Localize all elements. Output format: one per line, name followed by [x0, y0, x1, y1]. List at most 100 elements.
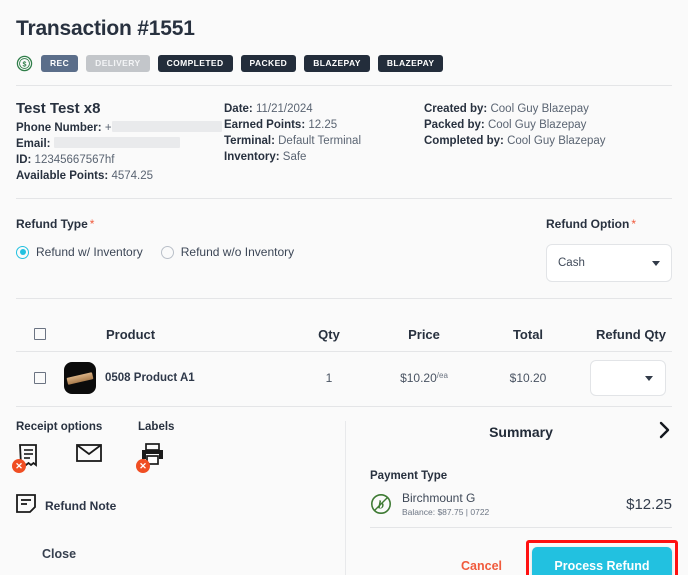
row-checkbox[interactable]: [16, 372, 64, 384]
transaction-info: Test Test x8 Phone Number: + Email: ID: …: [16, 86, 672, 184]
customer-points: Available Points: 4574.25: [16, 168, 224, 184]
customer-name: Test Test x8: [16, 100, 101, 117]
chevron-right-icon[interactable]: [658, 420, 672, 445]
order-info: Date: 11/21/2024 Earned Points: 12.25 Te…: [224, 101, 424, 184]
earned-points-label: Earned Points:: [224, 119, 306, 131]
payment-name: Birchmount G: [402, 491, 476, 505]
radio-dot-selected-icon: [16, 245, 29, 259]
inventory-label: Inventory:: [224, 151, 280, 163]
summary-panel: Summary Payment Type b Birch: [346, 421, 678, 575]
labels-heading: Labels: [138, 421, 175, 433]
phone-value: +: [104, 122, 112, 134]
disabled-badge-icon: ✕: [12, 459, 26, 473]
product-thumbnail: [64, 362, 96, 394]
process-refund-button[interactable]: Process Refund: [532, 547, 672, 575]
phone-label: Phone Number:: [16, 122, 102, 134]
refund-type-options: Refund w/ Inventory Refund w/o Inventory: [16, 245, 294, 259]
status-badge: BLAZEPAY: [377, 55, 444, 72]
cancel-button[interactable]: Cancel: [447, 551, 516, 575]
printer-icon[interactable]: ✕: [136, 443, 170, 473]
redacted-phone: [111, 121, 222, 132]
order-earned-points: Earned Points: 12.25: [224, 117, 424, 133]
staff-info: Created by: Cool Guy Blazepay Packed by:…: [424, 101, 672, 184]
refund-option-title: Refund Option: [546, 217, 630, 231]
required-asterisk: *: [631, 217, 636, 231]
row-qty: 1: [325, 371, 333, 385]
redacted-email: [53, 137, 180, 148]
summary-header[interactable]: Summary: [370, 421, 672, 443]
divider: [16, 298, 672, 299]
terminal-value: Default Terminal: [278, 135, 362, 147]
refund-option-group: Refund Option * Cash: [546, 215, 672, 282]
status-badge: COMPLETED: [157, 55, 233, 72]
email-label: Email:: [16, 138, 51, 150]
receipt-options-heading: Receipt options: [16, 421, 103, 433]
status-badge-row: $ REC DELIVERY COMPLETED PACKED BLAZEPAY…: [16, 54, 672, 73]
dollar-circle-icon: $: [16, 55, 33, 72]
payment-type-label: Payment Type: [370, 470, 448, 482]
refund-qty-select[interactable]: [590, 360, 666, 396]
order-date: Date: 11/21/2024: [224, 101, 424, 117]
refund-option-value: Cash: [558, 257, 585, 269]
status-badge: DELIVERY: [86, 55, 150, 72]
refund-option-select[interactable]: Cash: [546, 244, 672, 282]
payment-row: b Birchmount G Balance: $87.75 | 0722 $1…: [370, 491, 672, 517]
disabled-badge-icon: ✕: [136, 459, 150, 473]
earned-points-value: 12.25: [308, 119, 338, 131]
date-label: Date:: [224, 103, 253, 115]
note-icon: [16, 494, 36, 517]
blaze-b-icon: b: [370, 493, 392, 515]
receipt-icon[interactable]: ✕: [12, 443, 46, 473]
payment-amount: $12.25: [626, 495, 672, 513]
refund-note-button[interactable]: Refund Note: [16, 494, 331, 517]
select-all-checkbox[interactable]: [16, 328, 64, 340]
points-label: Available Points:: [16, 170, 109, 182]
terminal-label: Terminal:: [224, 135, 275, 147]
status-badge: REC: [41, 55, 79, 72]
required-asterisk: *: [89, 217, 95, 231]
envelope-icon[interactable]: [76, 443, 106, 471]
radio-refund-without-inventory[interactable]: Refund w/o Inventory: [160, 245, 295, 259]
svg-text:$: $: [23, 60, 27, 68]
chevron-down-icon: [645, 375, 653, 381]
status-badge: PACKED: [240, 55, 297, 72]
product-name: 0508 Product A1: [105, 372, 195, 384]
id-label: ID:: [16, 154, 32, 166]
page-title: Transaction #1551: [16, 17, 195, 40]
completed-by-value: Cool Guy Blazepay: [507, 135, 606, 147]
column-qty: Qty: [318, 326, 340, 342]
customer-email: Email:: [16, 136, 224, 152]
receipt-icon-row: ✕ ✕: [12, 442, 331, 473]
close-button[interactable]: Close: [16, 547, 331, 561]
column-product: Product: [106, 326, 156, 342]
summary-title: Summary: [489, 424, 553, 440]
chevron-down-icon: [652, 260, 660, 266]
radio-dot-icon: [160, 245, 174, 259]
id-value: 12345667567hf: [34, 154, 115, 166]
products-table: Product Qty Price Total Refund Qty 0508 …: [16, 317, 672, 404]
checkbox-icon: [34, 372, 46, 384]
receipt-options-panel: Receipt options Labels ✕ ✕ Refund Note C…: [12, 421, 346, 575]
row-price: $10.20/ea: [372, 371, 476, 385]
radio-refund-with-inventory[interactable]: Refund w/ Inventory: [16, 245, 143, 259]
column-total: Total: [512, 326, 544, 342]
refund-type-group: Refund Type * Refund w/ Inventory Refund …: [16, 215, 294, 259]
created-by-value: Cool Guy Blazepay: [490, 103, 589, 115]
completed-by: Completed by: Cool Guy Blazepay: [424, 133, 672, 149]
row-product: 0508 Product A1: [64, 362, 286, 394]
bottom-section: Receipt options Labels ✕ ✕ Refund Note C…: [12, 407, 678, 575]
action-buttons: Cancel Process Refund: [370, 540, 678, 575]
process-refund-wrapper: Process Refund: [526, 540, 678, 575]
refund-type-label: Refund Type *: [16, 215, 294, 233]
refund-note-label: Refund Note: [45, 498, 117, 513]
packed-by-value: Cool Guy Blazepay: [487, 119, 587, 131]
radio-label: Refund w/o Inventory: [180, 245, 295, 259]
refund-settings: Refund Type * Refund w/ Inventory Refund …: [16, 199, 672, 282]
customer-info: Test Test x8 Phone Number: + Email: ID: …: [16, 101, 224, 184]
table-row: 0508 Product A1 1 $10.20/ea $10.20: [16, 352, 672, 404]
receipt-headings: Receipt options Labels: [16, 421, 331, 433]
date-value: 11/21/2024: [255, 103, 313, 115]
created-by: Created by: Cool Guy Blazepay: [424, 101, 672, 117]
order-terminal: Terminal: Default Terminal: [224, 133, 424, 149]
completed-by-label: Completed by:: [424, 135, 504, 147]
